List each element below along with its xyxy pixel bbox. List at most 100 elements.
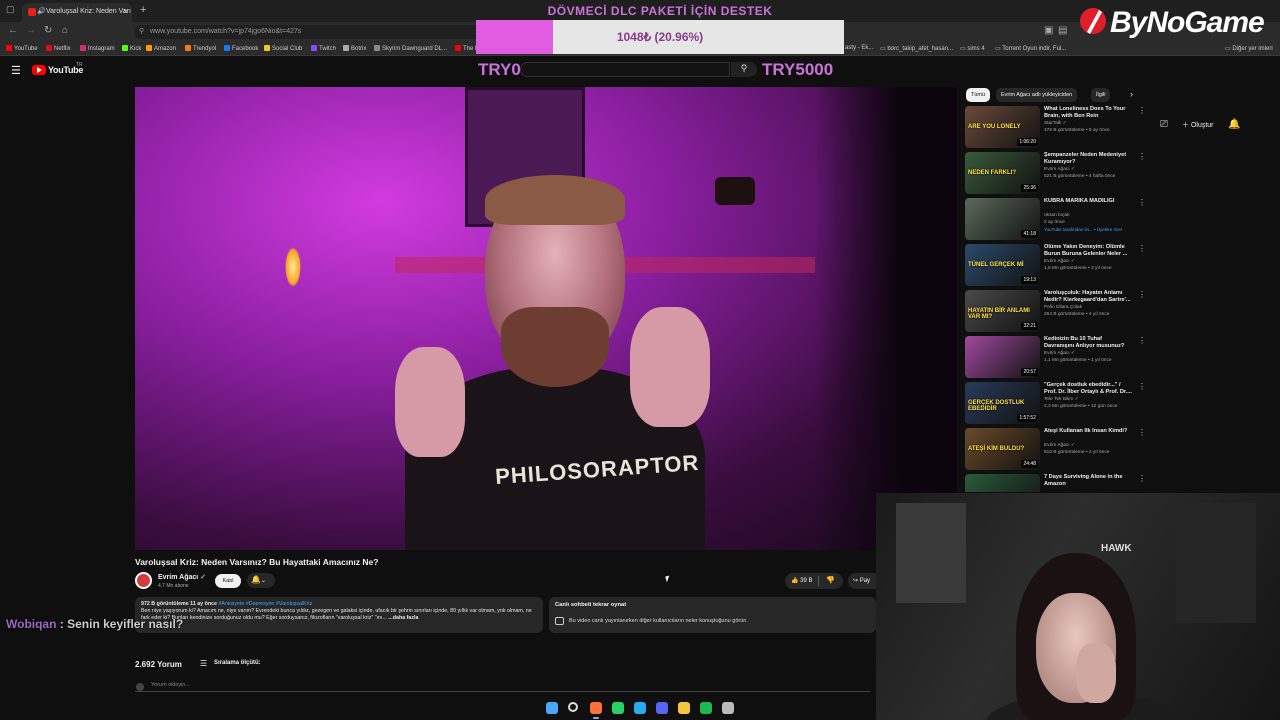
close-tab-icon[interactable]: ×: [123, 7, 128, 16]
more-options-icon[interactable]: ⋮: [1138, 382, 1145, 391]
dislike-icon[interactable]: 👎: [826, 576, 835, 584]
settings-icon[interactable]: [722, 702, 734, 714]
bookmark-social-club[interactable]: Social Club: [264, 45, 302, 52]
share-button[interactable]: ↪ Pay: [848, 573, 878, 589]
description-box[interactable]: 972 B görüntüleme 11 ay önce #Anksiyete …: [135, 597, 543, 633]
back-icon[interactable]: ←: [8, 25, 18, 36]
recommended-title[interactable]: Varoluşçuluk: Hayatın Anlamı Nedir? Kier…: [1044, 290, 1132, 304]
chip-from-uploader[interactable]: Evrim Ağacı adlı yükleyiciden: [996, 88, 1078, 102]
recommended-video[interactable]: ARE YOU LONELY 1:06:20 What Loneliness Doe…: [965, 106, 1145, 150]
video-thumbnail[interactable]: ATEŞİ KİM BULDU? 24:48: [965, 428, 1040, 470]
bookmark-amazon[interactable]: Amazon: [146, 45, 176, 52]
chip-all[interactable]: Tümü: [966, 88, 991, 102]
bookmark-twitch[interactable]: Twitch: [311, 45, 336, 52]
home-icon[interactable]: ⌂: [62, 25, 68, 36]
audio-playing-icon[interactable]: 🔊: [37, 7, 46, 15]
bookmark-folder[interactable]: ▭ Torrent Oyun indir, Ful...: [995, 45, 1066, 52]
video-thumbnail[interactable]: NEDEN FARKLI? 25:36: [965, 152, 1040, 194]
bookmark-folder[interactable]: ▭ borc_takip_afet_hasan...: [880, 45, 953, 52]
recommended-channel[interactable]: Evrim Ağacı ✓: [1044, 259, 1075, 264]
recommended-channel[interactable]: Pelin Dilara Çolak: [1044, 305, 1082, 310]
notifications-icon[interactable]: 🔔: [1228, 119, 1240, 130]
more-options-icon[interactable]: ⋮: [1138, 198, 1145, 207]
discord-icon[interactable]: [656, 702, 668, 714]
comment-input[interactable]: Yorum ekleyin...: [135, 682, 870, 692]
recommended-title[interactable]: Kedinizin Bu 10 Tuhaf Davranışını Anlıyo…: [1044, 336, 1132, 350]
video-thumbnail[interactable]: ARE YOU LONELY 1:06:20: [965, 106, 1040, 148]
more-options-icon[interactable]: ⋮: [1138, 106, 1145, 115]
chevron-right-icon[interactable]: ›: [1130, 89, 1133, 99]
bookmark-folder[interactable]: ▭ sims 4: [960, 45, 985, 52]
screenshot-icon[interactable]: ▤: [1058, 25, 1067, 36]
bookmark-folder[interactable]: asty - Ek...: [845, 45, 873, 51]
bookmark-kick[interactable]: Kick: [122, 45, 141, 52]
recommended-video[interactable]: 41:18 KÜBRA MARİKA MADİLİĞİ oksan bıçak 2 a…: [965, 198, 1145, 242]
tab-menu-icon[interactable]: ▢: [6, 4, 15, 15]
bookmark-netflix[interactable]: Netflix: [46, 45, 71, 52]
recommended-title[interactable]: Ateşi Kullanan İlk İnsan Kimdi?: [1044, 428, 1132, 435]
more-options-icon[interactable]: ⋮: [1138, 474, 1145, 483]
cast-icon[interactable]: ⎚: [1160, 119, 1168, 130]
video-thumbnail[interactable]: TÜNEL GERÇEK Mİ 19:13: [965, 244, 1040, 286]
recommended-channel[interactable]: Tele Tek Bilim ✓: [1044, 397, 1079, 402]
search-input[interactable]: [520, 62, 730, 77]
show-more-link[interactable]: ...daha fazla: [388, 615, 418, 621]
recommended-title[interactable]: "Gerçek dostluk ebedidir..." / Prof. Dr.…: [1044, 382, 1132, 396]
recommended-title[interactable]: 7 Days Surviving Alone in the Amazon: [1044, 474, 1132, 488]
recommended-video[interactable]: HAYATIN BİR ANLAMI VAR MI? 32:21 Varoluşçu…: [965, 290, 1145, 334]
video-thumbnail[interactable]: HAYATIN BİR ANLAMI VAR MI? 32:21: [965, 290, 1040, 332]
recommended-video[interactable]: ATEŞİ KİM BULDU? 24:48 Ateşi Kullanan İlk …: [965, 428, 1145, 472]
forward-icon[interactable]: →: [26, 25, 36, 36]
telegram-icon[interactable]: [634, 702, 646, 714]
video-thumbnail[interactable]: 20:57: [965, 336, 1040, 378]
subscription-bell-button[interactable]: 🔔⌄: [247, 573, 275, 588]
video-thumbnail[interactable]: [965, 474, 1040, 492]
more-options-icon[interactable]: ⋮: [1138, 244, 1145, 253]
create-button[interactable]: ＋ Oluştur: [1182, 120, 1214, 130]
hashtags[interactable]: #Anksiyete #Depresyon #VaroluşsalKriz: [218, 601, 312, 607]
recommended-video[interactable]: GERÇEK DOSTLUK EBEDİDİR 1:57:52 "Gerçek do…: [965, 382, 1145, 426]
bookmark-botrix[interactable]: Botrix: [343, 45, 366, 52]
bookmark-instagram[interactable]: Instagram: [80, 45, 115, 52]
video-player[interactable]: PHILOSORAPTOR: [135, 87, 957, 550]
bookmark-trendyol[interactable]: Trendyol: [185, 45, 216, 52]
bookmark-facebook[interactable]: Facebook: [224, 45, 258, 52]
recommended-video[interactable]: 20:57 Kedinizin Bu 10 Tuhaf Davranışını A…: [965, 336, 1145, 380]
youtube-logo-icon[interactable]: [32, 65, 46, 75]
other-bookmarks[interactable]: ▭ Diğer yer imleri: [1225, 45, 1273, 52]
new-tab-icon[interactable]: +: [140, 4, 146, 16]
firefox-icon[interactable]: [590, 702, 602, 714]
search-icon[interactable]: [568, 702, 578, 712]
recommended-channel[interactable]: StarTalk ✓: [1044, 121, 1067, 126]
video-thumbnail[interactable]: GERÇEK DOSTLUK EBEDİDİR 1:57:52: [965, 382, 1040, 424]
chip-related[interactable]: İlgili: [1091, 88, 1111, 102]
more-options-icon[interactable]: ⋮: [1138, 428, 1145, 437]
recommended-channel[interactable]: Evrim Ağacı ✓: [1044, 351, 1075, 356]
video-thumbnail[interactable]: 41:18: [965, 198, 1040, 240]
recommended-video[interactable]: TÜNEL GERÇEK Mİ 19:13 Ölüme Yakın Deneyim:…: [965, 244, 1145, 288]
menu-icon[interactable]: ☰: [11, 64, 21, 77]
recommended-video[interactable]: 7 Days Surviving Alone in the Amazon ⋮: [965, 474, 1145, 492]
join-button[interactable]: Katıl: [215, 574, 241, 588]
channel-avatar[interactable]: [135, 572, 152, 589]
recommended-channel[interactable]: Evrim Ağacı ✓: [1044, 167, 1075, 172]
bookmark-youtube[interactable]: YouTube: [6, 45, 38, 52]
spotify-icon[interactable]: [700, 702, 712, 714]
extension-icon[interactable]: ▣: [1044, 25, 1053, 36]
browser-tab-active[interactable]: 🔊 Varoluşsal Kriz: Neden Varı ×: [22, 3, 132, 22]
live-chat-replay[interactable]: Canlı sohbeti tekrar oynat Bu video canl…: [549, 597, 876, 633]
sort-icon[interactable]: ☰: [200, 659, 207, 668]
recommended-title[interactable]: Şempanzeler Neden Medeniyet Kuramıyor?: [1044, 152, 1132, 166]
site-info-icon[interactable]: ⚲: [139, 27, 144, 35]
recommended-channel[interactable]: oksan bıçak: [1044, 213, 1070, 218]
recommended-channel[interactable]: Evrim Ağacı ✓: [1044, 443, 1075, 448]
recommended-title[interactable]: What Loneliness Does To Your Brain, with…: [1044, 106, 1132, 120]
reload-icon[interactable]: ↻: [44, 25, 52, 36]
more-options-icon[interactable]: ⋮: [1138, 290, 1145, 299]
more-options-icon[interactable]: ⋮: [1138, 152, 1145, 161]
file-explorer-icon[interactable]: [678, 702, 690, 714]
sort-button[interactable]: Sıralama ölçütü:: [214, 660, 261, 666]
more-options-icon[interactable]: ⋮: [1138, 336, 1145, 345]
recommended-video[interactable]: NEDEN FARKLI? 25:36 Şempanzeler Neden Mede…: [965, 152, 1145, 196]
recommended-title[interactable]: Ölüme Yakın Deneyim: Ölümle Burun Buruna…: [1044, 244, 1132, 258]
